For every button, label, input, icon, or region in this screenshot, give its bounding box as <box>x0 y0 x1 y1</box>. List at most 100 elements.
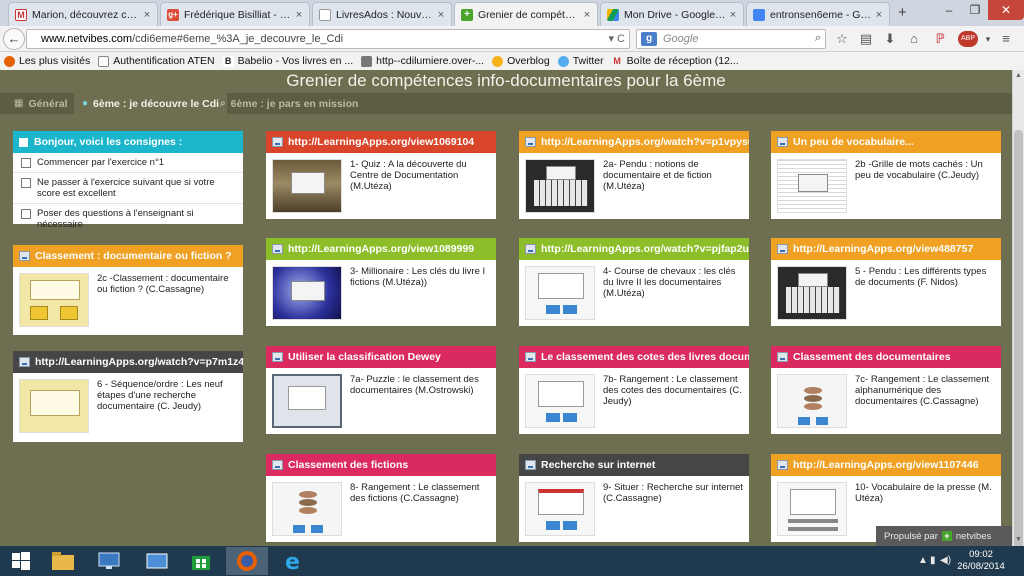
widget-thumbnail[interactable] <box>777 374 847 428</box>
widget-header[interactable]: Utiliser la classification Dewey <box>266 346 496 368</box>
bookmark-item[interactable]: http--cdilumiere.over-... <box>361 55 484 67</box>
widget-header[interactable]: Recherche sur internet <box>519 454 749 476</box>
widget-header[interactable]: http://LearningApps.org/watch?v=p1vpys0s… <box>519 131 749 153</box>
widget-description[interactable]: 4- Course de chevaux : les clés du livre… <box>603 266 743 320</box>
browser-tab-livresados[interactable]: LivresAdos : Nouveauté... × <box>312 2 452 26</box>
widget-header[interactable]: Le classement des cotes des livres docum… <box>519 346 749 368</box>
bookmark-item[interactable]: Authentification ATEN <box>98 55 215 67</box>
widget-description[interactable]: 7c- Rangement : Le classement alphanumér… <box>855 374 995 428</box>
close-tab-icon[interactable]: × <box>727 9 739 21</box>
widget-header[interactable]: Classement des fictions <box>266 454 496 476</box>
task-checkbox[interactable] <box>21 178 31 188</box>
widget-thumbnail[interactable] <box>777 482 847 536</box>
powered-by-netvibes[interactable]: Propulsé par + netvibes <box>876 526 1012 546</box>
widget-header[interactable]: http://LearningApps.org/view488757 <box>771 238 1001 260</box>
new-tab-button[interactable]: + <box>898 4 907 21</box>
widget-thumbnail[interactable] <box>777 159 847 213</box>
widget-description[interactable]: 6 - Séquence/ordre : Les neuf étapes d'u… <box>97 379 237 433</box>
widget-description[interactable]: 7b- Rangement : Le classement des cotes … <box>603 374 743 428</box>
widget-description[interactable]: 7a- Puzzle : le classement des documenta… <box>350 374 490 428</box>
close-tab-icon[interactable]: × <box>293 9 305 21</box>
tab-general[interactable]: ▦ Général <box>6 93 76 114</box>
browser-tab-drive[interactable]: Mon Drive - Google Drive × <box>600 2 744 26</box>
widget-thumbnail[interactable] <box>272 374 342 428</box>
bookmark-star-icon[interactable]: ☆ <box>834 31 850 47</box>
internet-explorer-icon[interactable]: e <box>272 547 314 575</box>
task-checkbox[interactable] <box>21 158 31 168</box>
scroll-down-arrow-icon[interactable]: ▼ <box>1013 534 1024 546</box>
back-button[interactable]: ← <box>3 28 25 50</box>
close-tab-icon[interactable]: × <box>141 9 153 21</box>
widget-thumbnail[interactable] <box>525 159 595 213</box>
system-clock[interactable]: 09:02 26/08/2014 <box>952 549 1010 573</box>
widget-thumbnail[interactable] <box>19 273 89 327</box>
browser-tab-googleplus[interactable]: g+ Frédérique Bisilliat - Go... × <box>160 2 310 26</box>
minimize-button[interactable]: – <box>936 0 962 20</box>
url-bar[interactable]: www.netvibes.com/cdi6eme#6eme_%3A_je_dec… <box>26 29 630 49</box>
widget-header[interactable]: Bonjour, voici les consignes : <box>13 131 243 153</box>
browser-tab-netvibes-active[interactable]: + Grenier de compétences... × <box>454 2 598 26</box>
maximize-button[interactable]: ❐ <box>962 0 988 20</box>
widget-description[interactable]: 2c -Classement : documentaire ou fiction… <box>97 273 237 327</box>
network-icon[interactable]: ▮ <box>930 546 936 576</box>
menu-icon[interactable]: ≡ <box>998 31 1014 47</box>
tab-je-decouvre-le-cdi[interactable]: ● 6ème : je découvre le Cdi <box>74 93 228 114</box>
widget-header[interactable]: http://LearningApps.org/view1069104 <box>266 131 496 153</box>
bookmark-item[interactable]: Overblog <box>492 55 550 67</box>
close-window-button[interactable]: ✕ <box>988 0 1024 20</box>
remote-desktop-icon[interactable] <box>88 547 130 575</box>
scrollbar-thumb[interactable] <box>1014 130 1023 550</box>
tab-je-pars-en-mission[interactable]: ⌕ 6ème : je pars en mission <box>212 93 366 114</box>
pinterest-icon[interactable]: ℙ <box>932 31 948 47</box>
widget-description[interactable]: 5 - Pendu : Les différents types de docu… <box>855 266 995 320</box>
widget-description[interactable]: 2a- Pendu : notions de documentaire et d… <box>603 159 743 213</box>
scroll-up-arrow-icon[interactable]: ▲ <box>1013 70 1024 82</box>
search-input[interactable]: g Google ⌕ <box>636 29 826 49</box>
widget-description[interactable]: 8- Rangement : Le classement des fiction… <box>350 482 490 536</box>
widget-header[interactable]: Classement : documentaire ou fiction ? <box>13 245 243 267</box>
adblock-badge[interactable]: ABP <box>958 31 978 47</box>
reload-icon[interactable]: ▾ C <box>608 32 625 45</box>
widget-header[interactable]: http://LearningApps.org/watch?v=p7m1z407… <box>13 351 243 373</box>
widget-thumbnail[interactable] <box>525 374 595 428</box>
widget-thumbnail[interactable] <box>525 482 595 536</box>
widget-thumbnail[interactable] <box>272 159 342 213</box>
widget-thumbnail[interactable] <box>525 266 595 320</box>
home-icon[interactable]: ⌂ <box>906 31 922 47</box>
widget-description[interactable]: 1- Quiz : A la découverte du Centre de D… <box>350 159 490 213</box>
file-explorer-icon[interactable] <box>42 547 84 575</box>
bookmark-item[interactable]: M Boîte de réception (12... <box>612 55 738 67</box>
bookmark-item[interactable]: Twitter <box>557 55 604 67</box>
firefox-icon[interactable] <box>226 547 268 575</box>
photos-icon[interactable] <box>136 547 178 575</box>
close-tab-icon[interactable]: × <box>873 9 885 21</box>
widget-thumbnail[interactable] <box>272 266 342 320</box>
widget-header[interactable]: Classement des documentaires <box>771 346 1001 368</box>
downloads-icon[interactable]: ⬇ <box>882 31 898 47</box>
bookmark-item[interactable]: Les plus visités <box>4 55 90 67</box>
widget-thumbnail[interactable] <box>19 379 89 433</box>
widget-header[interactable]: http://LearningApps.org/watch?v=pjfap2ux… <box>519 238 749 260</box>
bookmarks-menu-icon[interactable]: ▤ <box>858 31 874 47</box>
bookmark-item[interactable]: B Babelio - Vos livres en ... <box>222 55 353 67</box>
widget-thumbnail[interactable] <box>777 266 847 320</box>
close-tab-icon[interactable]: × <box>581 9 593 21</box>
widget-description[interactable]: 2b -Grille de mots cachés : Un peu de vo… <box>855 159 995 213</box>
show-hidden-icons-icon[interactable]: ▲ <box>918 546 928 576</box>
store-icon[interactable] <box>180 547 222 575</box>
task-checkbox[interactable] <box>21 209 31 219</box>
vertical-scrollbar[interactable]: ▲ ▼ <box>1012 70 1024 550</box>
widget-header[interactable]: Un peu de vocabulaire... <box>771 131 1001 153</box>
browser-tab-docs[interactable]: entronsen6eme - Googl... × <box>746 2 890 26</box>
windows-start-icon[interactable] <box>0 547 42 575</box>
volume-icon[interactable]: ◀) <box>940 546 951 576</box>
dropdown-icon[interactable]: ▾ <box>980 31 996 47</box>
widget-header[interactable]: http://LearningApps.org/view1089999 <box>266 238 496 260</box>
browser-tab-gmail[interactable]: M Marion, découvrez ce q... × <box>8 2 158 26</box>
close-tab-icon[interactable]: × <box>435 9 447 21</box>
search-icon[interactable]: ⌕ <box>815 32 821 45</box>
widget-description[interactable]: 3- Millionaire : Les clés du livre I fic… <box>350 266 490 320</box>
widget-description[interactable]: 9- Situer : Recherche sur internet (C.Ca… <box>603 482 743 536</box>
widget-header[interactable]: http://LearningApps.org/view1107446 <box>771 454 1001 476</box>
widget-thumbnail[interactable] <box>272 482 342 536</box>
